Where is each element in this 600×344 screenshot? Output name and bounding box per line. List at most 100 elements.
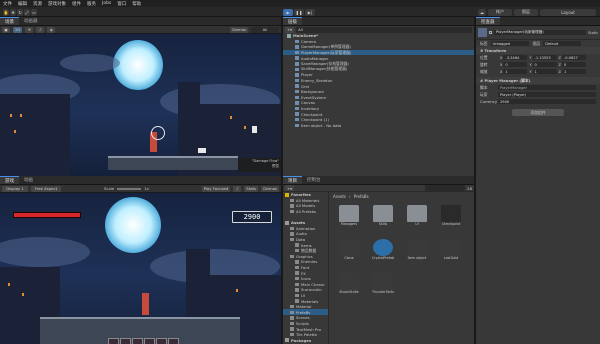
tab-hierarchy[interactable]: 层级 — [283, 17, 302, 25]
menu-item[interactable]: 窗口 — [117, 1, 126, 7]
transform-scale-z-field[interactable]: 1 — [561, 69, 586, 74]
account-dropdown[interactable]: 帐户 — [488, 8, 512, 16]
menu-item[interactable]: 服务 — [87, 1, 96, 7]
player-field[interactable]: Player (Player) — [498, 92, 596, 97]
menu-item[interactable]: 组件 — [72, 1, 81, 7]
asset-tile[interactable]: Clone — [338, 239, 360, 265]
script-component-header[interactable]: # Player Manager (脚本) — [476, 77, 600, 84]
asset-tile[interactable]: ThunderStrike — [372, 273, 394, 299]
menu-item[interactable]: 帮助 — [132, 1, 141, 7]
breadcrumb-assets[interactable]: Assets — [333, 194, 346, 199]
project-search-input[interactable] — [425, 185, 466, 191]
scene-search-input[interactable]: All — [251, 26, 279, 33]
asset-tile[interactable]: Managers — [338, 205, 360, 231]
tab-console[interactable]: 控制台 — [302, 176, 326, 184]
folder-icon — [290, 254, 294, 259]
scene-gizmos-dropdown[interactable]: Gizmos — [230, 26, 248, 33]
transform-position-z-field[interactable]: -0.0627 — [561, 55, 586, 60]
gameobject-icon — [295, 84, 299, 88]
menu-item[interactable]: Jobs — [102, 1, 111, 6]
breadcrumb-separator: › — [349, 193, 351, 199]
shading-mode-dropdown[interactable]: ▣ — [2, 26, 10, 33]
tab-game[interactable]: 游戏 — [0, 176, 19, 184]
tab-scene[interactable]: 场景 — [0, 17, 19, 25]
asset-tile[interactable]: Checkpoint — [440, 205, 462, 231]
skill-slot — [156, 338, 167, 344]
object-name-field[interactable]: PlayerManager(玩家管理器) — [494, 30, 586, 35]
project-tree-item[interactable]: Packages — [283, 337, 328, 343]
layout-dropdown[interactable]: Layout — [540, 8, 596, 16]
layers-dropdown[interactable]: 图层 — [514, 8, 538, 16]
project-tree: Favorites All Materials All Models All Pref… — [283, 192, 329, 344]
menu-item[interactable]: 资源 — [33, 1, 42, 7]
transform-position-x-field[interactable]: -3.2464 — [503, 55, 528, 60]
star-icon — [285, 193, 289, 197]
rotate-tool-button[interactable]: ↻ — [17, 8, 23, 16]
add-component-button[interactable]: 添加组件 — [512, 109, 564, 116]
transform-header[interactable]: ⊕ Transform — [476, 47, 600, 54]
step-button[interactable]: ▶| — [305, 8, 315, 16]
scale-tool-button[interactable]: ⤢ — [24, 8, 30, 16]
play-button[interactable]: ▶ — [283, 8, 293, 16]
asset-tile[interactable]: LostGold — [440, 239, 462, 265]
hierarchy-item[interactable]: Item object - No data — [283, 123, 474, 129]
tab-animator[interactable]: 动画器 — [19, 17, 43, 25]
asset-tile[interactable]: UI — [406, 205, 428, 231]
game-gizmos-dropdown[interactable]: Gizmos — [261, 185, 279, 192]
transform-rotation-x-field[interactable]: 0 — [503, 62, 528, 67]
layer-label: 图层 — [532, 40, 541, 46]
add-object-button[interactable]: +▾ — [285, 26, 295, 33]
hierarchy-search-input[interactable]: All — [296, 26, 472, 33]
rect-tool-button[interactable]: ▭ — [31, 8, 37, 16]
transform-position-y-field[interactable]: -1.13553 — [532, 55, 557, 60]
player-label: 玩家 — [480, 91, 488, 97]
audio-toggle[interactable]: ♪ — [36, 26, 45, 33]
transform-rotation-z-field[interactable]: 0 — [561, 62, 586, 67]
clone-icon — [339, 239, 359, 256]
cloud-icon[interactable]: ☁ — [478, 8, 486, 16]
layer-dropdown[interactable]: Default — [543, 41, 582, 46]
menu-item[interactable]: 文件 — [3, 1, 12, 7]
toggle-2d-button[interactable]: 2D — [13, 26, 23, 33]
effects-toggle[interactable]: ◈ — [47, 26, 56, 33]
pause-button[interactable]: ❚❚ — [294, 8, 304, 16]
transform-rotation-label: 旋转 — [480, 61, 488, 67]
inspector-header: PlayerManager(玩家管理器) Static — [476, 26, 600, 40]
move-tool-button[interactable]: ✥ — [10, 8, 16, 16]
tab-project[interactable]: 项目 — [283, 176, 302, 184]
display-dropdown[interactable]: Display 1 — [2, 185, 28, 192]
scene-view[interactable]: "Damage Flow" 预览 — [0, 34, 281, 176]
tag-dropdown[interactable]: Untagged — [490, 41, 529, 46]
transform-scale-x-field[interactable]: 1 — [503, 69, 528, 74]
thunder-strike-icon — [373, 273, 393, 290]
scale-slider[interactable] — [117, 187, 142, 190]
tab-animation[interactable]: 动画 — [19, 176, 38, 184]
asset-tile[interactable]: ShockStrike — [338, 273, 360, 299]
transform-scale-y-field[interactable]: 1 — [532, 69, 557, 74]
aspect-dropdown[interactable]: Free Aspect — [31, 185, 61, 192]
play-focused-dropdown[interactable]: Play Focused — [201, 185, 231, 192]
asset-tile[interactable]: CrystalPrefab — [372, 239, 394, 265]
transform-rotation-row: 旋转 X 0 Y 0 Z 0 — [476, 61, 600, 68]
tab-inspector[interactable]: 检查器 — [476, 17, 500, 25]
breadcrumb-prefabs[interactable]: PrefaBs — [354, 194, 369, 199]
currency-field[interactable]: 2900 — [498, 99, 596, 104]
hand-tool-button[interactable]: ✋ — [3, 8, 9, 16]
transform-title: Transform — [484, 48, 507, 53]
asset-tile[interactable]: Item object — [406, 239, 428, 265]
create-asset-button[interactable]: +▾ — [285, 185, 295, 191]
project-tree-label: Animation — [296, 225, 316, 231]
transform-rotation-y-field[interactable]: 0 — [532, 62, 557, 67]
breadcrumb: Assets › PrefaBs — [330, 192, 474, 200]
mute-audio-toggle[interactable]: ♪ — [233, 185, 242, 192]
cube-icon — [478, 28, 487, 37]
player-sprite — [142, 293, 149, 315]
lighting-toggle[interactable]: ☀ — [25, 26, 34, 33]
script-component-title: Player Manager (脚本) — [484, 77, 531, 83]
stats-toggle[interactable]: Stats — [244, 185, 258, 192]
menu-item[interactable]: 编辑 — [18, 1, 27, 7]
asset-tile[interactable]: Skills — [372, 205, 394, 231]
active-checkbox[interactable] — [489, 31, 492, 34]
menu-item[interactable]: 游戏对象 — [48, 1, 66, 7]
game-view[interactable]: 2900 — [0, 193, 281, 344]
